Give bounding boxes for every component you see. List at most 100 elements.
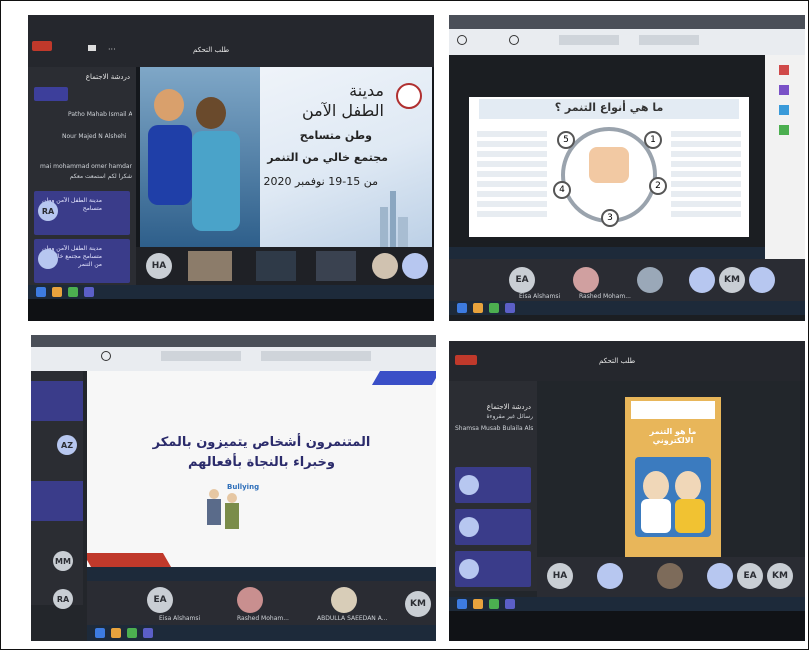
step-number: 3 <box>601 209 619 227</box>
participant-avatar[interactable]: EA <box>509 267 535 293</box>
participant-avatar[interactable]: HA <box>146 253 172 279</box>
participant-avatar[interactable] <box>597 563 623 589</box>
participant-avatar[interactable]: KM <box>719 267 745 293</box>
chat-panel: دردشة الاجتماع Patho Mahab Ismail Ali No… <box>28 67 136 285</box>
slide-title-line1: مدينة <box>349 81 384 100</box>
participant-video[interactable] <box>256 251 296 281</box>
chat-message[interactable] <box>455 509 531 545</box>
chat-title: دردشة الاجتماع <box>486 403 531 411</box>
participant-avatar[interactable] <box>637 267 663 293</box>
avatar: RA <box>53 589 73 609</box>
participant-avatar[interactable]: KM <box>405 591 431 617</box>
participant-avatar[interactable] <box>707 563 733 589</box>
chat-title: دردشة الاجتماع <box>85 73 130 81</box>
participant-avatar[interactable] <box>749 267 775 293</box>
slide-line3: وطن متسامح <box>299 129 372 142</box>
start-icon[interactable] <box>457 303 467 313</box>
organization-logo <box>396 83 422 109</box>
teams-icon[interactable] <box>505 599 515 609</box>
leave-button[interactable] <box>455 355 477 365</box>
participants-strip: EA KM Eisa Alshamsi Rashed Moham... ABDU… <box>87 581 436 625</box>
participant-name: Rashed Moham... <box>237 615 289 622</box>
step-number: 1 <box>644 131 662 149</box>
chat-message[interactable] <box>455 551 531 587</box>
explorer-icon[interactable] <box>473 599 483 609</box>
meeting-header: طلب التحكم <box>449 341 805 381</box>
start-icon[interactable] <box>95 628 105 638</box>
children-photo <box>140 67 260 247</box>
participant-avatar[interactable] <box>657 563 683 589</box>
start-icon[interactable] <box>457 599 467 609</box>
camera-icon[interactable] <box>88 45 96 51</box>
page-controls[interactable] <box>161 351 241 361</box>
participant-video[interactable] <box>316 251 356 281</box>
windows-taskbar <box>449 597 805 611</box>
laptop-bezel <box>28 299 434 321</box>
chat-message[interactable]: مدينة الطفل الآمن وطن متسامح RA <box>34 191 130 235</box>
request-control-label[interactable]: طلب التحكم <box>193 46 229 54</box>
participants-strip: HA <box>136 247 434 285</box>
document-title: ما هي أنواع التنمر ؟ <box>554 101 664 114</box>
presentation-slide: مدينة الطفل الآمن وطن متسامح مجتمع خالي … <box>140 67 432 247</box>
text-block-left <box>477 131 547 221</box>
chat-entry: شكرا لكم استمعت معكم <box>69 173 132 180</box>
explorer-icon[interactable] <box>473 303 483 313</box>
chat-message[interactable] <box>455 467 531 503</box>
pdf-toolbar <box>31 335 436 371</box>
explorer-icon[interactable] <box>111 628 121 638</box>
chat-entry: Shamsa Musab Bulaila Alsayari <box>455 425 533 432</box>
pdf-toolbar <box>449 15 805 55</box>
slide-line4: مجتمع خالي من التنمر <box>267 151 388 164</box>
participant-name: Rashed Moham... <box>579 293 631 300</box>
zoom-icon[interactable] <box>509 35 519 45</box>
participant-avatar[interactable] <box>573 267 599 293</box>
participant-avatar[interactable] <box>331 587 357 613</box>
page-controls[interactable] <box>559 35 619 45</box>
participant-avatar[interactable]: KM <box>767 563 793 589</box>
participant-avatar[interactable] <box>402 253 428 279</box>
explorer-icon[interactable] <box>52 287 62 297</box>
chat-panel: دردشة الاجتماع Shamsa Musab Bulaila Alsa… <box>449 381 537 591</box>
participant-name: ABDULLA SAEEDAN A... <box>317 615 388 622</box>
chrome-icon[interactable] <box>68 287 78 297</box>
photo-top-left: ··· طلب التحكم دردشة الاجتماع Patho Maha… <box>28 15 434 321</box>
annotation-tools[interactable] <box>261 351 371 361</box>
teams-icon[interactable] <box>505 303 515 313</box>
leave-button[interactable] <box>32 41 52 51</box>
phone-illustration <box>635 457 711 537</box>
windows-taskbar <box>28 285 434 299</box>
participant-avatar[interactable]: EA <box>737 563 763 589</box>
participant-avatar[interactable] <box>689 267 715 293</box>
participant-avatar[interactable] <box>237 587 263 613</box>
slide-dates: من 15-19 نوفمبر 2020 <box>263 175 379 188</box>
slide-title-line2: الطفل الآمن <box>301 101 384 120</box>
poster-title: ما هو التنمر الالكتروني <box>649 427 697 445</box>
chat-panel: AZ MM RA <box>31 371 83 609</box>
windows-taskbar <box>449 301 805 315</box>
step-number: 2 <box>649 177 667 195</box>
more-icon[interactable]: ··· <box>108 45 116 54</box>
participant-avatar[interactable]: HA <box>547 563 573 589</box>
step-number: 5 <box>557 131 575 149</box>
participant-video[interactable] <box>188 251 232 281</box>
search-icon[interactable] <box>101 351 111 361</box>
chrome-icon[interactable] <box>127 628 137 638</box>
teams-icon[interactable] <box>143 628 153 638</box>
new-message-badge[interactable] <box>34 87 68 101</box>
chrome-icon[interactable] <box>489 599 499 609</box>
search-icon[interactable] <box>457 35 467 45</box>
participants-strip: HA EA KM <box>537 557 805 597</box>
request-control-label[interactable]: طلب التحكم <box>599 357 635 365</box>
start-icon[interactable] <box>36 287 46 297</box>
chat-message[interactable]: مدينة الطفل الآمن وطن متسامح مجتمع خالي … <box>34 239 130 283</box>
participant-avatar[interactable] <box>372 253 398 279</box>
chat-entry: mai mohammad omer hamdan <box>40 163 132 170</box>
slide-line1: المتنمرون أشخاص يتميزون بالمكر <box>152 435 371 450</box>
chrome-icon[interactable] <box>489 303 499 313</box>
annotation-tools[interactable] <box>639 35 699 45</box>
participant-avatar[interactable]: EA <box>147 587 173 613</box>
chat-entry: Nour Majed N Alshehi <box>62 133 127 140</box>
avatar: AZ <box>57 435 77 455</box>
teams-icon[interactable] <box>84 287 94 297</box>
avatar <box>459 517 479 537</box>
